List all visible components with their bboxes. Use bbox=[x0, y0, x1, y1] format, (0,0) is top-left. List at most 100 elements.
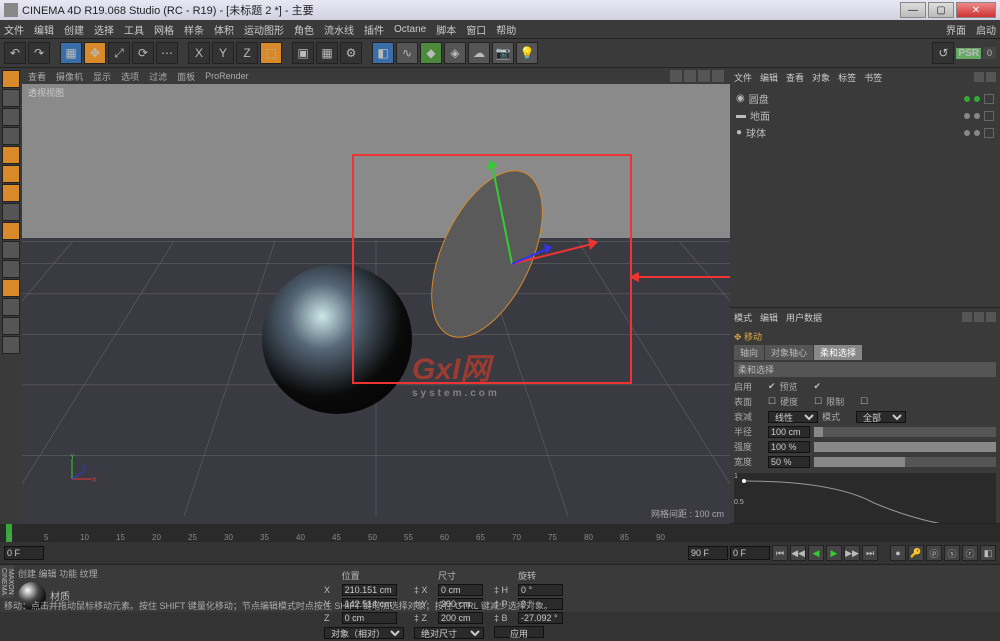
axis-mode-button[interactable] bbox=[2, 203, 20, 221]
object-row-disc[interactable]: ◉ 圆盘 bbox=[736, 90, 994, 107]
model-mode-button[interactable] bbox=[2, 89, 20, 107]
enable-check[interactable]: ✔ bbox=[768, 381, 776, 392]
texture-mode-button[interactable] bbox=[2, 108, 20, 126]
key-rot-button[interactable]: ⓡ bbox=[962, 545, 978, 561]
size-z-input[interactable] bbox=[438, 612, 483, 624]
menu-file[interactable]: 文件 bbox=[4, 22, 24, 37]
search-icon[interactable] bbox=[974, 72, 984, 82]
back-icon[interactable] bbox=[962, 312, 972, 322]
size-x-input[interactable] bbox=[438, 584, 483, 596]
workplane-edit-button[interactable] bbox=[2, 298, 20, 316]
vp-menu-display[interactable]: 显示 bbox=[93, 70, 111, 83]
close-button[interactable]: ✕ bbox=[956, 2, 996, 18]
tag-icon[interactable] bbox=[984, 128, 994, 138]
play-forward-button[interactable]: ▶ bbox=[826, 545, 842, 561]
vp-menu-prorender[interactable]: ProRender bbox=[205, 71, 249, 81]
menu-character[interactable]: 角色 bbox=[294, 22, 314, 37]
axis-z-button[interactable]: Z bbox=[236, 42, 258, 64]
menu-script[interactable]: 脚本 bbox=[436, 22, 456, 37]
3d-viewport[interactable]: GxI网 system.com Y X Z 透视视图 网格间距 : 100 cm bbox=[22, 84, 730, 524]
om-tab-object[interactable]: 对象 bbox=[812, 71, 830, 84]
render-region-button[interactable]: ▦ bbox=[316, 42, 338, 64]
start-frame-input[interactable] bbox=[4, 546, 44, 560]
rotate-tool[interactable]: ⟳ bbox=[132, 42, 154, 64]
render-view-button[interactable]: ▣ bbox=[292, 42, 314, 64]
menu-pipeline[interactable]: 流水线 bbox=[324, 22, 354, 37]
attr-subtab-softsel[interactable]: 柔和选择 bbox=[814, 345, 862, 360]
coord-system-button[interactable]: ⬚ bbox=[260, 42, 282, 64]
menu-volume[interactable]: 体积 bbox=[214, 22, 234, 37]
coord-mode-select[interactable]: 对象（相对） bbox=[324, 627, 404, 639]
edge-mode-button[interactable] bbox=[2, 165, 20, 183]
object-row-floor[interactable]: ▬ 地面 bbox=[736, 107, 994, 124]
enable-axis-button[interactable] bbox=[2, 222, 20, 240]
vp-pan-icon[interactable] bbox=[670, 70, 682, 82]
prev-key-button[interactable]: ◀◀ bbox=[790, 545, 806, 561]
visibility-dot[interactable] bbox=[964, 96, 970, 102]
autokey-button[interactable]: 🔑 bbox=[908, 545, 924, 561]
menu-edit[interactable]: 编辑 bbox=[34, 22, 54, 37]
limit-check[interactable]: ☐ bbox=[860, 396, 868, 407]
attr-tab-edit[interactable]: 编辑 bbox=[760, 311, 778, 324]
menu-mesh[interactable]: 网格 bbox=[154, 22, 174, 37]
tag-icon[interactable] bbox=[984, 94, 994, 104]
strength-slider[interactable] bbox=[814, 442, 996, 452]
render-dot[interactable] bbox=[974, 96, 980, 102]
vp-maximize-icon[interactable] bbox=[712, 70, 724, 82]
render-dot[interactable] bbox=[974, 113, 980, 119]
menu-startup[interactable]: 启动 bbox=[976, 22, 996, 37]
om-tab-bookmarks[interactable]: 书签 bbox=[864, 71, 882, 84]
attr-tab-userdata[interactable]: 用户数据 bbox=[786, 311, 822, 324]
current-frame-input[interactable] bbox=[730, 546, 770, 560]
play-back-button[interactable]: ◀ bbox=[808, 545, 824, 561]
environment-button[interactable]: ☁ bbox=[468, 42, 490, 64]
select-tool[interactable]: ▦ bbox=[60, 42, 82, 64]
menu-tools[interactable]: 工具 bbox=[124, 22, 144, 37]
menu-spline[interactable]: 样条 bbox=[184, 22, 204, 37]
goto-end-button[interactable]: ⏭ bbox=[862, 545, 878, 561]
menu-window[interactable]: 窗口 bbox=[466, 22, 486, 37]
visibility-dot[interactable] bbox=[964, 130, 970, 136]
axis-x-button[interactable]: X bbox=[188, 42, 210, 64]
make-editable-button[interactable] bbox=[2, 70, 20, 88]
rot-b-input[interactable] bbox=[518, 612, 563, 624]
cube-primitive-button[interactable]: ◧ bbox=[372, 42, 394, 64]
vp-menu-panel[interactable]: 面板 bbox=[177, 70, 195, 83]
surf-check[interactable]: ☐ bbox=[768, 396, 776, 407]
om-tab-view[interactable]: 查看 bbox=[786, 71, 804, 84]
vp-zoom-icon[interactable] bbox=[684, 70, 696, 82]
menu-octane[interactable]: Octane bbox=[394, 24, 426, 35]
pos-z-input[interactable] bbox=[342, 612, 397, 624]
sphere-object[interactable] bbox=[262, 264, 412, 414]
timeline-ruler[interactable]: 0 5 10 15 20 25 30 35 40 45 50 55 60 65 … bbox=[0, 524, 1000, 542]
mat-tab-func[interactable]: 功能 bbox=[59, 569, 77, 579]
menu-plugins[interactable]: 插件 bbox=[364, 22, 384, 37]
locked-workplane-button[interactable] bbox=[2, 317, 20, 335]
polygon-mode-button[interactable] bbox=[2, 184, 20, 202]
minimize-button[interactable]: — bbox=[900, 2, 926, 18]
tag-icon[interactable] bbox=[984, 111, 994, 121]
up-icon[interactable] bbox=[986, 312, 996, 322]
visibility-dot[interactable] bbox=[964, 113, 970, 119]
render-settings-button[interactable]: ⚙ bbox=[340, 42, 362, 64]
axis-y-button[interactable]: Y bbox=[212, 42, 234, 64]
key-param-button[interactable]: ◧ bbox=[980, 545, 996, 561]
menu-interface[interactable]: 界面 bbox=[946, 22, 966, 37]
move-gizmo[interactable] bbox=[452, 144, 612, 364]
vp-orbit-icon[interactable] bbox=[698, 70, 710, 82]
eye-icon[interactable] bbox=[986, 72, 996, 82]
om-tab-edit[interactable]: 编辑 bbox=[760, 71, 778, 84]
radius-slider[interactable] bbox=[814, 427, 996, 437]
light-button[interactable]: 💡 bbox=[516, 42, 538, 64]
mat-tab-create[interactable]: 创建 bbox=[18, 569, 36, 579]
key-pos-button[interactable]: ⓟ bbox=[926, 545, 942, 561]
menu-help[interactable]: 帮助 bbox=[496, 22, 516, 37]
move-tool[interactable]: ✥ bbox=[84, 42, 106, 64]
width-slider[interactable] bbox=[814, 457, 996, 467]
menu-mograph[interactable]: 运动图形 bbox=[244, 22, 284, 37]
menu-select[interactable]: 选择 bbox=[94, 22, 114, 37]
next-key-button[interactable]: ▶▶ bbox=[844, 545, 860, 561]
camera-button[interactable]: 📷 bbox=[492, 42, 514, 64]
maximize-button[interactable]: ▢ bbox=[928, 2, 954, 18]
preview-check[interactable]: ✔ bbox=[814, 381, 822, 392]
